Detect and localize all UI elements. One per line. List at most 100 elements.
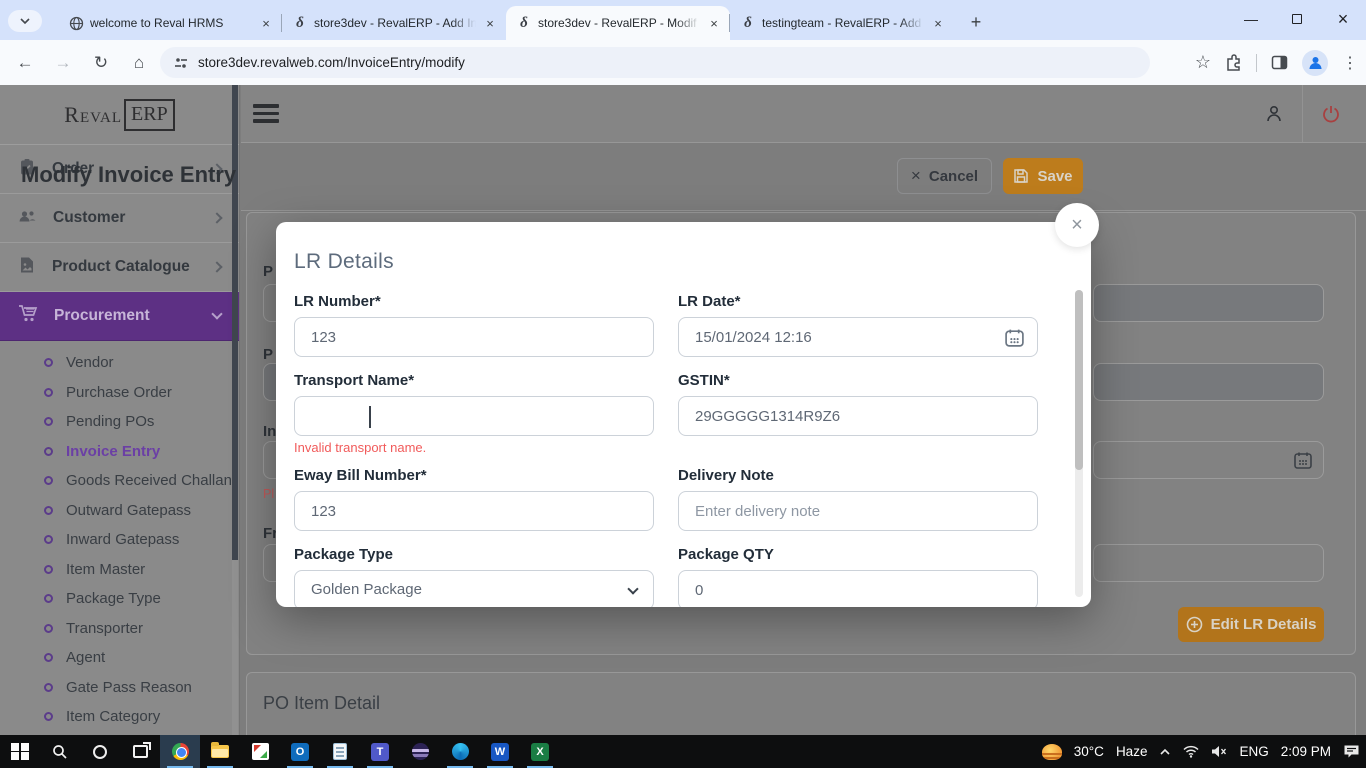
delivery-note-input[interactable] <box>679 492 1037 530</box>
sidebar-subitem-item-category[interactable]: Item Category <box>0 702 239 732</box>
sidebar-subitem-pending-pos[interactable]: Pending POs <box>0 407 239 437</box>
tab-close-icon[interactable]: × <box>930 15 946 31</box>
window-minimize-button[interactable]: — <box>1228 0 1274 38</box>
file-explorer-icon[interactable] <box>200 735 240 768</box>
sidebar-subitem-transporter[interactable]: Transporter <box>0 614 239 644</box>
triangle-app-icon[interactable] <box>240 735 280 768</box>
lr-number-label: LR Number* <box>294 293 654 310</box>
start-icon[interactable] <box>0 735 40 768</box>
transport-name-input[interactable] <box>295 397 653 435</box>
sidebar-subitem-inward-gatepass[interactable]: Inward Gatepass <box>0 525 239 555</box>
sidebar-subitem-vendor[interactable]: Vendor <box>0 348 239 378</box>
taskbar-condition[interactable]: Haze <box>1116 744 1148 759</box>
cancel-x-icon: × <box>911 166 921 186</box>
browser-toolbar: ← → ↻ ⌂ store3dev.revalweb.com/InvoiceEn… <box>0 40 1366 85</box>
po-item-detail-title: PO Item Detail <box>263 693 380 714</box>
excel-icon[interactable]: X <box>520 735 560 768</box>
sidebar-subitem-item-master[interactable]: Item Master <box>0 555 239 585</box>
cart-icon <box>18 304 38 328</box>
chrome-icon[interactable] <box>160 735 200 768</box>
new-tab-button[interactable]: + <box>964 10 988 34</box>
address-bar[interactable]: store3dev.revalweb.com/InvoiceEntry/modi… <box>160 47 1150 78</box>
circle-plus-icon <box>1186 616 1203 633</box>
volume-muted-icon[interactable] <box>1211 745 1227 758</box>
notepad-icon[interactable] <box>320 735 360 768</box>
package-qty-label: Package QTY <box>678 546 1038 563</box>
teams-icon[interactable]: T <box>360 735 400 768</box>
profile-avatar[interactable] <box>1302 50 1328 76</box>
tab-close-icon[interactable]: × <box>482 15 498 31</box>
home-icon[interactable]: ⌂ <box>126 50 152 76</box>
sidebar-subitem-purchase-order[interactable]: Purchase Order <box>0 378 239 408</box>
cortana-icon[interactable] <box>80 735 120 768</box>
logout-power-icon[interactable] <box>1302 85 1358 142</box>
eway-bill-input[interactable] <box>295 492 653 530</box>
lr-date-input[interactable] <box>679 318 1037 356</box>
notification-center-icon[interactable] <box>1343 744 1360 759</box>
sidebar-subitem-gate-pass-reason[interactable]: Gate Pass Reason <box>0 673 239 703</box>
sidebar-item-customer[interactable]: Customer <box>0 194 239 243</box>
edge-icon[interactable] <box>440 735 480 768</box>
bullet-icon <box>44 653 53 662</box>
calendar-icon[interactable] <box>1293 450 1313 470</box>
sidebar-item-procurement[interactable]: Procurement <box>0 292 239 341</box>
word-icon[interactable]: W <box>480 735 520 768</box>
users-icon <box>18 207 37 230</box>
site-settings-icon[interactable] <box>174 56 188 70</box>
eclipse-icon[interactable] <box>400 735 440 768</box>
browser-tab-2[interactable]: δstore3dev - RevalERP - Add Inv× <box>282 6 506 40</box>
modal-close-button[interactable]: × <box>1055 203 1099 247</box>
menu-kebab-icon[interactable]: ⋮ <box>1342 53 1358 73</box>
tray-chevron-up-icon[interactable] <box>1159 747 1171 757</box>
taskbar: O T WX 30°C Haze ENG 2:09 PM <box>0 735 1366 768</box>
sidebar-subitem-outward-gatepass[interactable]: Outward Gatepass <box>0 496 239 526</box>
forward-icon[interactable]: → <box>50 50 76 76</box>
clock[interactable]: 2:09 PM <box>1281 744 1331 759</box>
package-type-select[interactable]: Golden Package <box>294 570 654 607</box>
modal-scrollbar[interactable] <box>1075 290 1083 597</box>
bullet-icon <box>44 476 53 485</box>
wifi-icon[interactable] <box>1183 745 1199 758</box>
side-panel-icon[interactable] <box>1271 54 1288 71</box>
task-view-icon[interactable] <box>120 735 160 768</box>
weather-icon[interactable] <box>1042 744 1062 760</box>
tab-close-icon[interactable]: × <box>706 15 722 31</box>
bookmark-star-icon[interactable]: ☆ <box>1195 52 1211 73</box>
eway-bill-label: Eway Bill Number* <box>294 467 654 484</box>
language-indicator[interactable]: ENG <box>1239 744 1268 759</box>
user-account-icon[interactable] <box>1246 85 1302 142</box>
bg-input-right-4 <box>1093 544 1324 582</box>
tab-search-chevron-icon[interactable] <box>8 10 42 32</box>
gstin-input[interactable] <box>679 397 1037 435</box>
package-qty-input[interactable] <box>679 571 1037 607</box>
extensions-icon[interactable] <box>1225 54 1242 71</box>
bullet-icon <box>44 358 53 367</box>
browser-tab-3[interactable]: δstore3dev - RevalERP - Modif× <box>506 6 730 40</box>
window-close-button[interactable]: × <box>1320 0 1366 38</box>
package-type-label: Package Type <box>294 546 654 563</box>
hamburger-menu-icon[interactable] <box>253 104 279 127</box>
sidebar-subitem-goods-received-challan[interactable]: Goods Received Challan <box>0 466 239 496</box>
sidebar-subitem-invoice-entry[interactable]: Invoice Entry <box>0 437 239 467</box>
sidebar-item-product-catalogue[interactable]: Product Catalogue <box>0 243 239 292</box>
calendar-icon[interactable] <box>1004 327 1025 348</box>
chevron-right-icon <box>211 261 222 272</box>
sidebar-subitem-agent[interactable]: Agent <box>0 643 239 673</box>
lr-number-input[interactable] <box>295 318 653 356</box>
reload-icon[interactable]: ↻ <box>88 50 114 76</box>
taskbar-temperature[interactable]: 30°C <box>1074 744 1104 759</box>
browser-tab-4[interactable]: δtestingteam - RevalERP - Add Ve× <box>730 6 954 40</box>
bullet-icon <box>44 594 53 603</box>
search-icon[interactable] <box>40 735 80 768</box>
bullet-icon <box>44 506 53 515</box>
sidebar-subitem-package-type[interactable]: Package Type <box>0 584 239 614</box>
tab-close-icon[interactable]: × <box>258 15 274 31</box>
cancel-button[interactable]: × Cancel <box>897 158 992 194</box>
save-button[interactable]: Save <box>1003 158 1083 194</box>
outlook-icon[interactable]: O <box>280 735 320 768</box>
browser-tab-1[interactable]: welcome to Reval HRMS× <box>58 6 282 40</box>
window-maximize-button[interactable] <box>1274 0 1320 38</box>
edit-lr-details-button[interactable]: Edit LR Details <box>1178 607 1324 642</box>
text-caret <box>369 406 371 428</box>
back-icon[interactable]: ← <box>12 50 38 76</box>
